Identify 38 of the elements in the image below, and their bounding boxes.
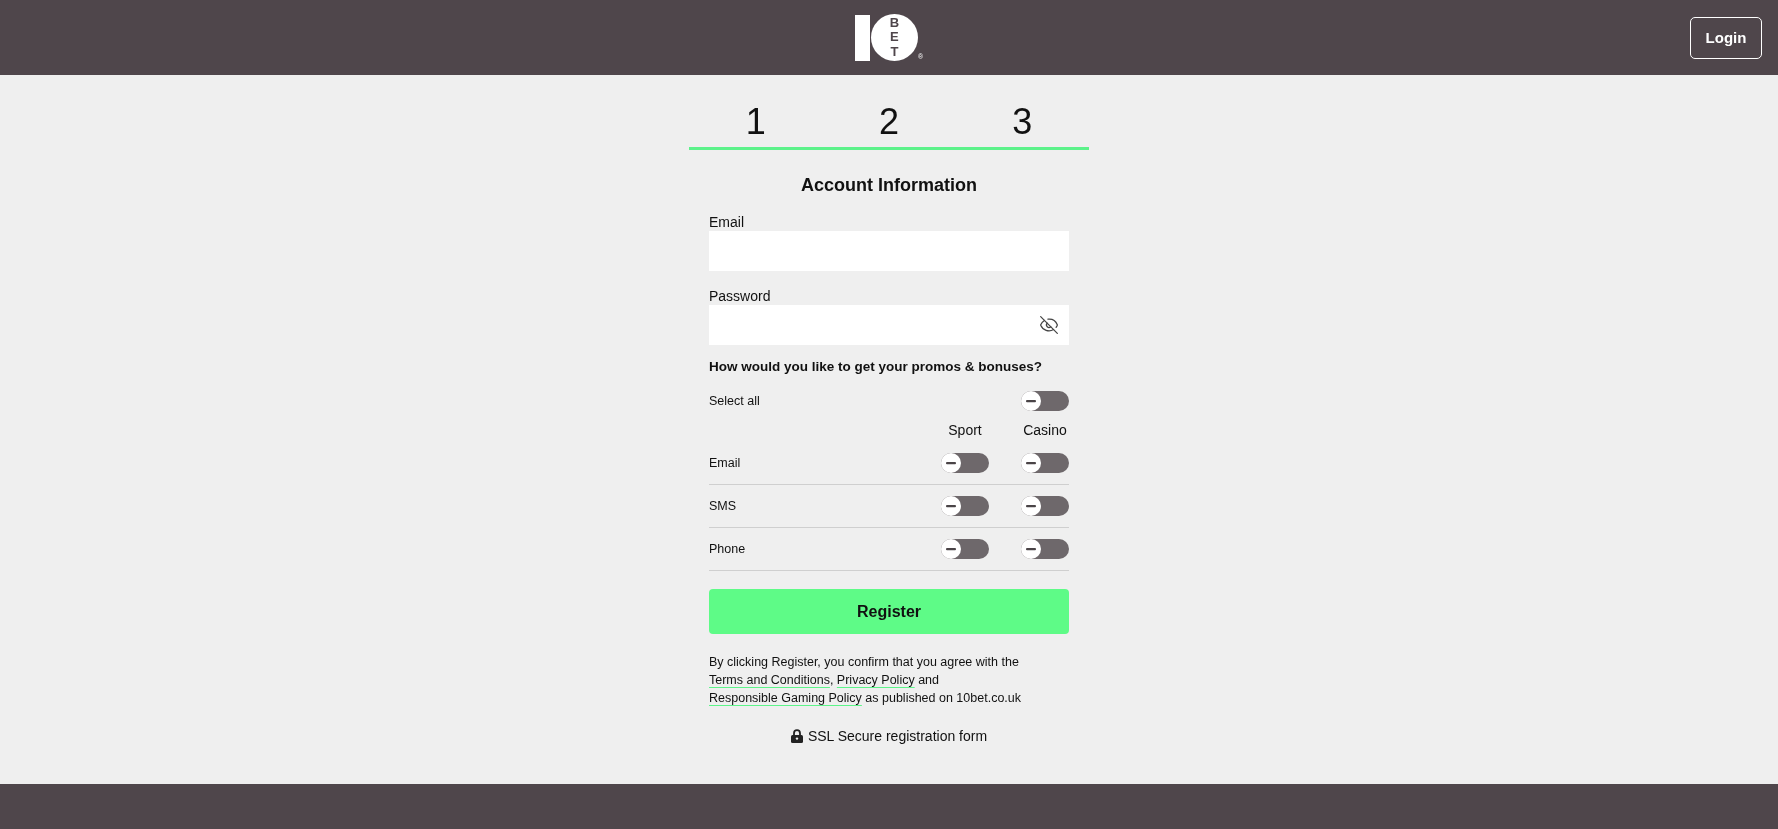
step-number: 1 [744,102,767,142]
toggle-switch[interactable] [1021,496,1069,516]
step-number: 3 [1011,102,1034,142]
toggle-switch[interactable] [1021,539,1069,559]
channel-label: Email [709,455,742,471]
ssl-note: SSL Secure registration form [807,727,988,745]
login-button[interactable]: Login [1690,16,1762,59]
terms-text: By clicking Register, you confirm that you agree with the Terms and Conditions, Privacy Policy and Responsible Gaming Policy as published on 10bet.co.uk [709,654,1022,707]
minus-icon [1021,391,1041,411]
minus-icon [941,496,961,516]
minus-icon [1021,539,1041,559]
field-label: Password [709,287,772,305]
channel-label: SMS [709,498,738,514]
register-button[interactable]: Register [709,589,1069,634]
channel-label: Phone [709,541,747,557]
password-field[interactable] [709,305,1069,345]
column-header: Casino [1023,421,1067,440]
lock-icon [790,729,803,743]
toggle-switch[interactable] [941,453,989,473]
promos-question: How would you like to get your promos & bonuses? [709,358,1044,376]
toggle-switch[interactable] [941,539,989,559]
column-header: Sport [948,421,982,440]
toggle-switch[interactable] [941,496,989,516]
minus-icon [941,539,961,559]
minus-icon [1021,496,1041,516]
eye-slash-icon[interactable] [1039,315,1059,335]
minus-icon [1021,453,1041,473]
toggle-switch[interactable] [1021,391,1069,411]
terms-link[interactable]: Responsible Gaming Policy [709,691,862,705]
form-title: Account Information [800,174,978,196]
terms-link[interactable]: Terms and Conditions [709,673,830,687]
logo-letters: BET [888,16,901,59]
toggle-switch[interactable] [1021,453,1069,473]
field-label: Email [709,213,745,231]
minus-icon [941,453,961,473]
terms-link[interactable]: Privacy Policy [836,673,915,687]
step-number: 2 [877,102,900,142]
select-all-label: Select all [709,393,760,409]
